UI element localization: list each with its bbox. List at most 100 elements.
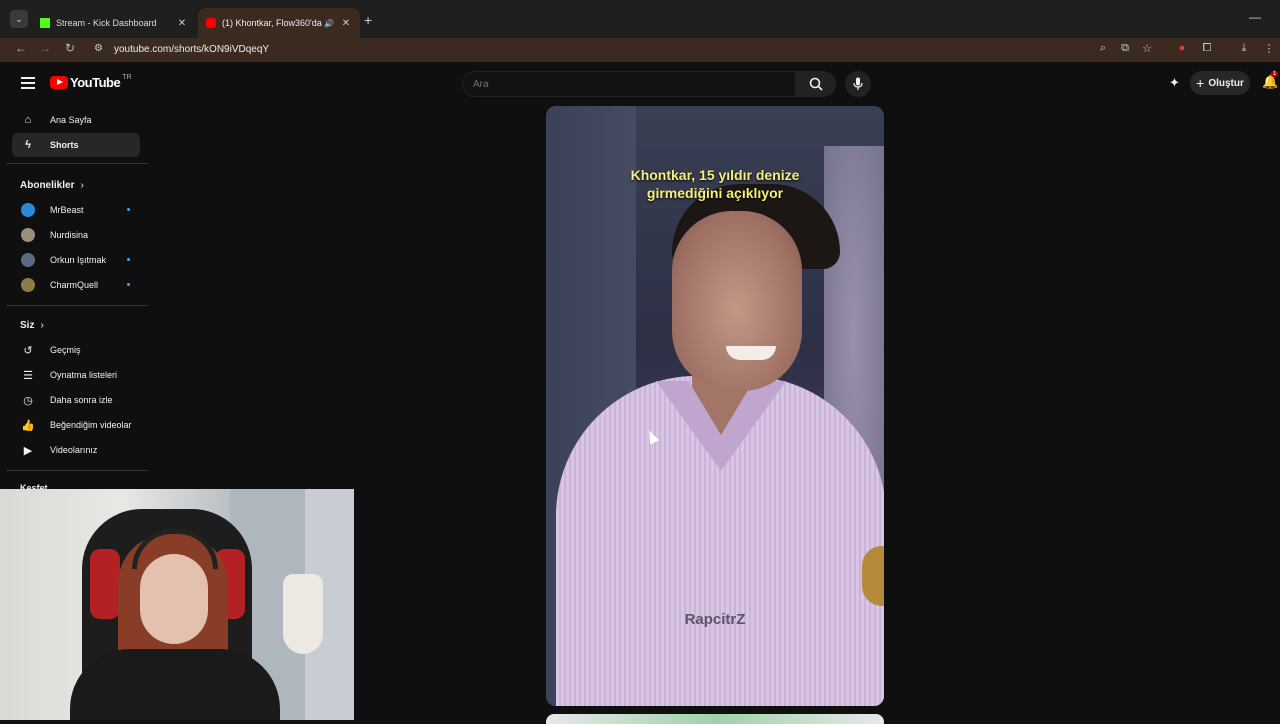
sidebar-item-label: Shorts (50, 140, 79, 150)
youtube-logo[interactable]: YouTube TR (50, 74, 132, 90)
tab-search-chevron-icon[interactable]: ⌄ (10, 10, 28, 28)
sidebar-item-liked-videos[interactable]: 👍 Beğendiğim videolar (12, 413, 140, 437)
divider (6, 163, 148, 164)
zoom-icon[interactable]: ⌕ (1096, 42, 1110, 55)
you-heading[interactable]: Siz › (20, 320, 44, 331)
reload-icon[interactable]: ↻ (62, 41, 78, 55)
sidebar-item-label: Daha sonra izle (50, 395, 113, 405)
search-box[interactable] (462, 71, 796, 97)
sidebar-item-label: CharmQuell (50, 280, 99, 290)
youtube-play-icon (50, 76, 68, 89)
watch-later-icon: ◷ (23, 394, 33, 407)
forward-arrow-icon[interactable]: → (37, 41, 53, 55)
history-icon: ↺ (23, 344, 33, 357)
sidebar-item-label: Beğendiğim videolar (50, 420, 132, 430)
search-icon (809, 77, 823, 91)
new-tab-button[interactable]: + (364, 12, 372, 28)
video-watermark: RapcitrZ (684, 611, 746, 628)
microphone-icon (853, 77, 863, 90)
tab-kick-dashboard[interactable]: Stream - Kick Dashboard ✕ (32, 8, 196, 38)
kick-favicon-icon (40, 18, 50, 28)
your-videos-icon: ▶ (23, 444, 33, 457)
sidebar-item-your-videos[interactable]: ▶ Videolarınız (12, 438, 140, 462)
avatar (21, 228, 35, 242)
youtube-favicon-icon (206, 18, 216, 28)
new-content-dot (127, 283, 130, 286)
menu-icon[interactable] (21, 77, 35, 89)
site-settings-icon[interactable]: ⚙ (94, 43, 103, 54)
voice-search-button[interactable] (845, 71, 871, 97)
create-button[interactable]: + Oluştur (1190, 71, 1250, 95)
webcam-streamer-jacket (70, 649, 280, 720)
webcam-overlay (0, 489, 354, 720)
sidebar-item-orkun-isitmak[interactable]: Orkun Işıtmak (12, 248, 140, 272)
sidebar-item-nurdisina[interactable]: Nurdisina (12, 223, 140, 247)
playlists-icon: ☰ (23, 369, 33, 382)
notifications-bell-icon[interactable]: 🔔 1 (1262, 71, 1279, 90)
plus-icon: + (1196, 75, 1205, 91)
short-caption: Khontkar, 15 yıldır denize girmediğini a… (546, 166, 884, 202)
home-icon: ⌂ (24, 114, 32, 126)
divider (6, 470, 148, 471)
sidebar-item-label: Geçmiş (50, 345, 81, 355)
close-icon[interactable]: ✕ (176, 18, 188, 29)
notification-badge: 1 (1271, 71, 1279, 77)
back-arrow-icon[interactable]: ← (13, 41, 29, 55)
browser-tabstrip: ⌄ Stream - Kick Dashboard ✕ (1) Khontkar… (0, 0, 1280, 38)
video-shirt-patch (862, 546, 884, 606)
avatar (21, 253, 35, 267)
sidebar-item-label: Nurdisina (50, 230, 89, 240)
shorts-icon: ϟ (25, 139, 31, 151)
tab-title: (1) Khontkar, Flow360'da 15 (222, 18, 324, 28)
search-button[interactable] (796, 71, 836, 97)
create-label: Oluştur (1208, 77, 1244, 89)
next-short-preview[interactable] (546, 714, 884, 724)
download-icon[interactable]: ⤓ (1237, 42, 1251, 55)
sparkle-icon[interactable]: ✦ (1169, 75, 1180, 91)
sidebar-item-label: Oynatma listeleri (50, 370, 118, 380)
new-content-dot (127, 208, 130, 211)
extensions-puzzle-icon[interactable]: ⧠ (1200, 42, 1214, 55)
url-text: youtube.com/shorts/kON9iVDqeqY (114, 44, 270, 55)
video-person-smile (726, 346, 776, 360)
webcam-chair-accent (90, 549, 120, 619)
sidebar-item-label: Videolarınız (50, 445, 98, 455)
profile-icon[interactable]: ⋮ (1262, 42, 1276, 55)
new-content-dot (127, 258, 130, 261)
close-icon[interactable]: ✕ (340, 18, 352, 29)
webcam-background-bag (283, 574, 323, 654)
youtube-masthead: YouTube TR ✦ + Oluştur 🔔1 (0, 62, 1280, 106)
country-code: TR (122, 74, 132, 81)
bookmark-star-icon[interactable]: ☆ (1140, 42, 1154, 55)
browser-toolbar: ← → ↻ ⚙ youtube.com/shorts/kON9iVDqeqY ⌕… (0, 38, 1280, 62)
speaker-icon[interactable]: 🔊 (324, 19, 336, 28)
sidebar-item-shorts[interactable]: ϟ Shorts (12, 133, 140, 157)
address-bar[interactable]: ⚙ youtube.com/shorts/kON9iVDqeqY (88, 40, 1118, 60)
divider (6, 305, 148, 306)
short-video-player[interactable]: Khontkar, 15 yıldır denize girmediğini a… (546, 106, 884, 706)
logo-text: YouTube (70, 75, 121, 90)
chevron-right-icon: › (40, 320, 44, 331)
subscriptions-title: Abonelikler (20, 180, 75, 191)
sidebar-item-watch-later[interactable]: ◷ Daha sonra izle (12, 388, 140, 412)
install-app-icon[interactable]: ⧉ (1118, 42, 1132, 55)
video-person-face (672, 211, 802, 391)
caption-line: girmediğini açıklıyor (646, 185, 784, 201)
thumbs-up-icon: 👍 (21, 419, 35, 432)
extension-icon[interactable]: ● (1175, 42, 1189, 54)
sidebar-item-label: MrBeast (50, 205, 84, 215)
subscriptions-heading[interactable]: Abonelikler › (20, 180, 84, 191)
sidebar-item-mrbeast[interactable]: MrBeast (12, 198, 140, 222)
you-title: Siz (20, 320, 35, 331)
tab-youtube-short[interactable]: (1) Khontkar, Flow360'da 15 🔊 ✕ (198, 8, 360, 38)
minimize-window-button[interactable]: — (1249, 10, 1261, 24)
avatar (21, 203, 35, 217)
sidebar-item-history[interactable]: ↺ Geçmiş (12, 338, 140, 362)
sidebar-item-charmquell[interactable]: CharmQuell (12, 273, 140, 297)
avatar (21, 278, 35, 292)
sidebar-item-label: Orkun Işıtmak (50, 255, 107, 265)
sidebar-item-home[interactable]: ⌂ Ana Sayfa (12, 108, 140, 132)
sidebar-item-playlists[interactable]: ☰ Oynatma listeleri (12, 363, 140, 387)
search-input[interactable] (463, 72, 795, 96)
chevron-right-icon: › (80, 180, 84, 191)
